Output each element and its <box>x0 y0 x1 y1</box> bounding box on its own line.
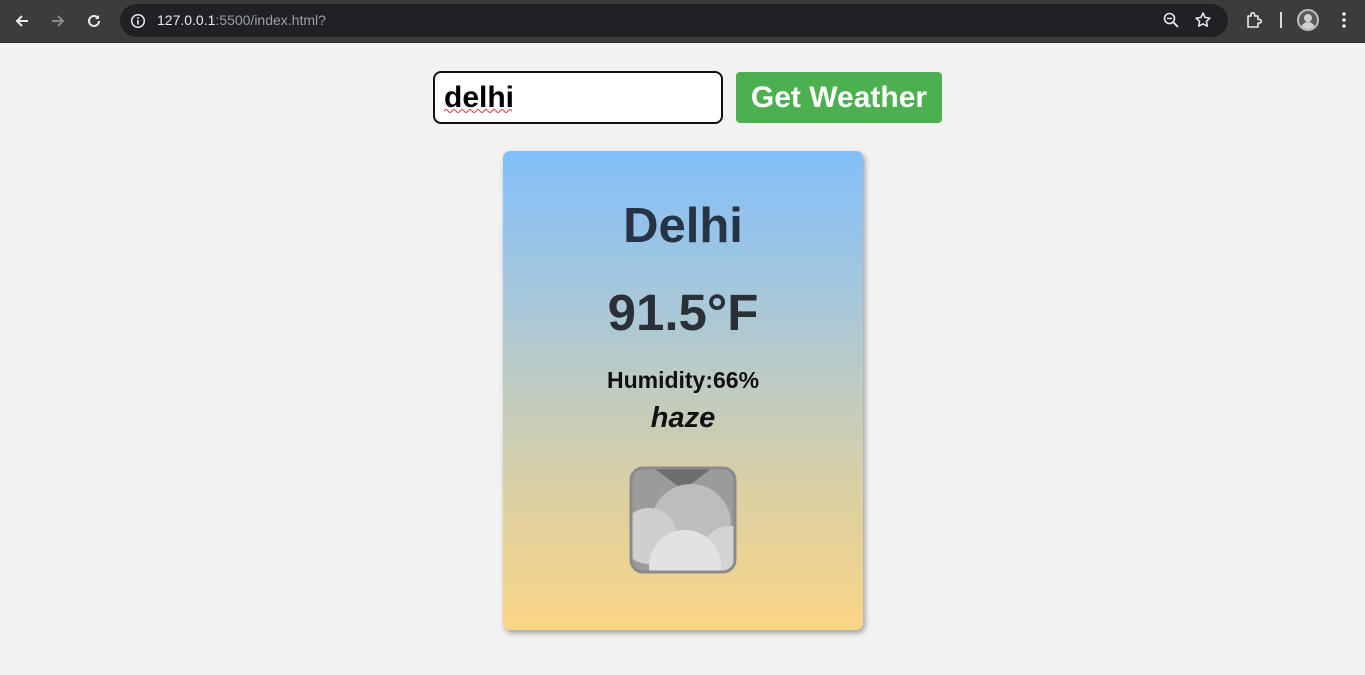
reload-button[interactable] <box>81 9 107 33</box>
forward-button[interactable] <box>45 9 71 33</box>
zoom-icon[interactable] <box>1162 11 1180 29</box>
bookmark-star-icon[interactable] <box>1194 11 1212 29</box>
spellcheck-underline <box>444 109 512 113</box>
arrow-right-icon <box>52 15 65 27</box>
reload-icon <box>88 14 100 27</box>
city-search-input[interactable] <box>433 71 723 124</box>
arrow-left-icon <box>15 15 28 27</box>
weather-card: Delhi 91.5°F Humidity:66% haze <box>503 151 863 630</box>
city-name: Delhi <box>623 199 743 253</box>
address-bar[interactable]: 127.0.0.1:5500/index.html? <box>120 4 1228 37</box>
site-info-icon[interactable] <box>129 12 146 29</box>
profile-avatar[interactable] <box>1297 9 1319 31</box>
url-text: 127.0.0.1:5500/index.html? <box>157 12 326 29</box>
haze-cloud-icon <box>629 466 737 574</box>
profile-icon <box>1301 14 1315 29</box>
browser-toolbar: 127.0.0.1:5500/index.html? <box>0 0 1365 43</box>
url-host: 127.0.0.1 <box>157 12 216 28</box>
browser-menu-icon[interactable] <box>1336 10 1352 30</box>
url-path: :5500/index.html? <box>215 12 326 28</box>
get-weather-button[interactable]: Get Weather <box>736 72 942 123</box>
toolbar-divider <box>1280 12 1282 28</box>
back-button[interactable] <box>9 9 35 33</box>
weather-description: haze <box>650 402 716 434</box>
extensions-icon[interactable] <box>1244 10 1264 30</box>
humidity-text: Humidity:66% <box>606 367 760 393</box>
temperature-value: 91.5°F <box>607 284 759 341</box>
